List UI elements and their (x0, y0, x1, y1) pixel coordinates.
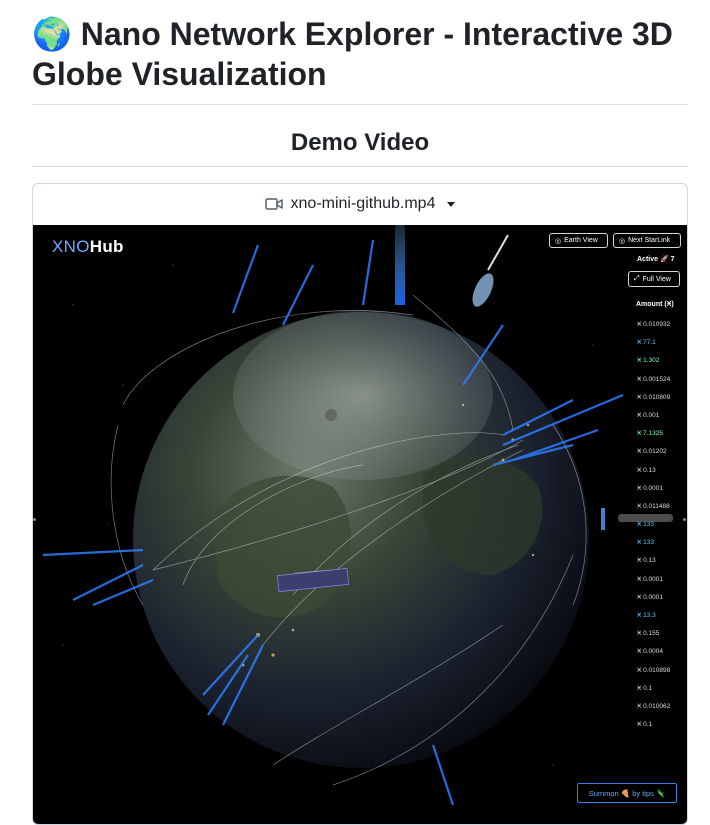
amount-item: Ӿ 0.010062 (637, 702, 671, 710)
left-edge-handle (33, 518, 36, 521)
amount-list: Ӿ 0.010932 Ӿ 77.1 Ӿ 1.302 Ӿ 0.001524 Ӿ 0.010… (637, 320, 687, 738)
section-title: Demo Video (290, 129, 430, 156)
amount-item: Ӿ 77.1 (637, 339, 656, 347)
amount-item: Ӿ 1.302 (637, 357, 660, 365)
satellite-icon: ◎ (619, 237, 626, 245)
expand-icon: ⤢ (634, 275, 640, 282)
full-view-button[interactable]: ⤢ Full View (628, 271, 680, 287)
amount-item: Ӿ 0.155 (637, 630, 660, 638)
caret-down-icon[interactable] (447, 201, 456, 207)
amount-item: Ӿ 0.13 (637, 557, 656, 565)
amount-item: Ӿ 0.13 (637, 466, 656, 474)
page-title: 🌍 Nano Network Explorer - Interactive 3D… (32, 14, 688, 94)
globe-icon: ◎ (555, 237, 562, 245)
amount-item: Ӿ 133 (637, 539, 654, 547)
video-frame[interactable]: XNOHub ◎ Earth View ◎ Next StarLink Acti… (33, 225, 687, 824)
amount-item: Ӿ 0.0001 (637, 593, 664, 601)
amount-item: Ӿ 0.010898 (637, 666, 671, 674)
amount-item: Ӿ 0.011488 (637, 502, 670, 510)
amount-item: Ӿ 0.0001 (637, 575, 664, 583)
video-filename: xno-mini-github.mp4 (290, 195, 436, 212)
amount-item: Ӿ 7.1325 (637, 430, 664, 438)
title-divider (32, 104, 688, 105)
page-title-text: Nano Network Explorer - Interactive 3D G… (32, 16, 673, 92)
amount-item: Ӿ 133 (637, 521, 654, 529)
earth-view-button[interactable]: ◎ Earth View (549, 233, 608, 248)
globe-scene (42, 225, 673, 806)
summon-tips-button[interactable]: Summon 🍕 by tips 🦎 (577, 783, 677, 803)
globe-emoji-icon: 🌍 (32, 15, 72, 53)
amount-item: Ӿ 0.001524 (637, 375, 671, 383)
video-file-selector[interactable]: xno-mini-github.mp4 (33, 184, 687, 224)
amount-item: Ӿ 0.001 (637, 411, 660, 419)
active-count: Active 🚀 7 (637, 256, 675, 263)
amount-item: Ӿ 0.1 (637, 721, 653, 729)
video-camera-icon (264, 198, 283, 210)
video-player[interactable]: xno-mini-github.mp4 XNOHub ◎ Earth View … (32, 183, 688, 825)
amount-item: Ӿ 13.3 (637, 612, 656, 619)
amount-item: Ӿ 0.01202 (637, 448, 667, 456)
amount-item: Ӿ 0.0004 (637, 648, 664, 656)
amount-item: Ӿ 0.010932 (637, 321, 671, 328)
amount-item: Ӿ 0.1 (637, 684, 653, 692)
right-edge-handle (683, 518, 686, 521)
section-divider (32, 166, 688, 167)
amount-header: Amount (Ӿ) (636, 301, 674, 308)
rocket-icon: 🚀 (659, 256, 669, 263)
readme-page: 🌍 Nano Network Explorer - Interactive 3D… (0, 0, 710, 825)
xnohub-logo: XNOHub (52, 237, 124, 256)
next-starlink-button[interactable]: ◎ Next StarLink (613, 233, 681, 248)
amount-item: Ӿ 0.0001 (637, 484, 664, 492)
amount-item: Ӿ 0.010809 (637, 393, 671, 401)
